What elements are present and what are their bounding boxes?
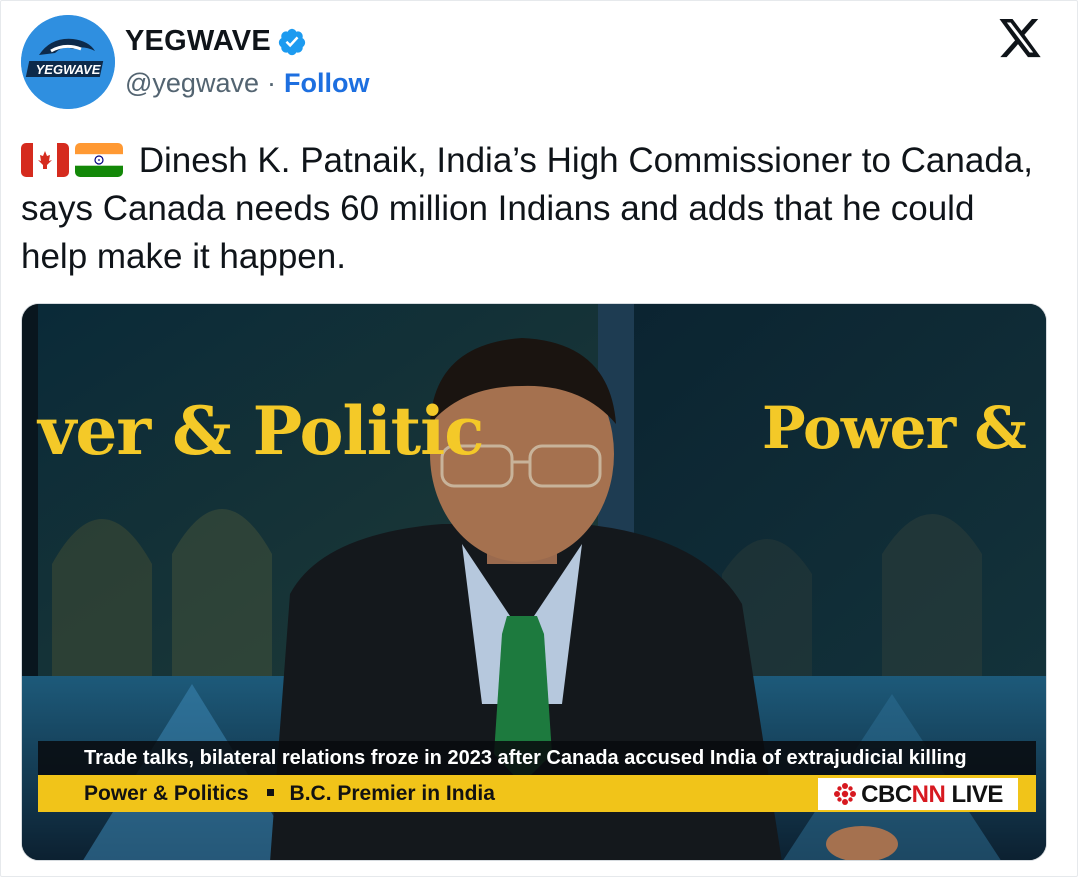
video-player[interactable]: ver & Politic Power & Trade talks, bilat… <box>21 303 1047 861</box>
separator-dot: · <box>266 68 276 98</box>
program-ticker: Power & Politics B.C. Premier in India CB… <box>38 775 1036 812</box>
ticker-separator <box>266 788 274 796</box>
network-logo: CBC NN LIVE <box>818 778 1018 810</box>
network-nn: NN <box>911 780 946 808</box>
display-name[interactable]: YEGWAVE <box>125 25 271 58</box>
network-cbc: CBC <box>861 780 912 808</box>
show-title-right: Power & <box>762 394 1027 462</box>
india-flag-icon <box>75 142 123 177</box>
show-title-left: ver & Politic <box>38 392 484 470</box>
canada-flag-icon <box>21 142 69 177</box>
news-headline-ticker: Trade talks, bilateral relations froze i… <box>38 741 1036 775</box>
tweet-embed-card: YEGWAVE YEGWAVE @yegwave · Follow Dinesh… <box>0 0 1078 877</box>
handle-row: @yegwave · Follow <box>125 68 369 99</box>
avatar[interactable]: YEGWAVE <box>21 15 115 109</box>
program-topic: B.C. Premier in India <box>289 782 495 805</box>
author-name-row: YEGWAVE <box>125 25 307 58</box>
tweet-text: Dinesh K. Patnaik, India’s High Commissi… <box>21 137 1041 281</box>
live-label: LIVE <box>951 780 1004 808</box>
tweet-body: Dinesh K. Patnaik, India’s High Commissi… <box>21 141 1033 276</box>
verified-badge-icon <box>278 28 306 55</box>
program-name: Power & Politics <box>84 782 249 805</box>
cbc-gem-icon <box>834 783 857 805</box>
handle[interactable]: @yegwave <box>125 68 259 99</box>
headline-text: Trade talks, bilateral relations froze i… <box>84 747 967 769</box>
svg-text:YEGWAVE: YEGWAVE <box>36 62 101 77</box>
x-logo-icon[interactable] <box>997 19 1043 61</box>
follow-button[interactable]: Follow <box>284 68 369 99</box>
